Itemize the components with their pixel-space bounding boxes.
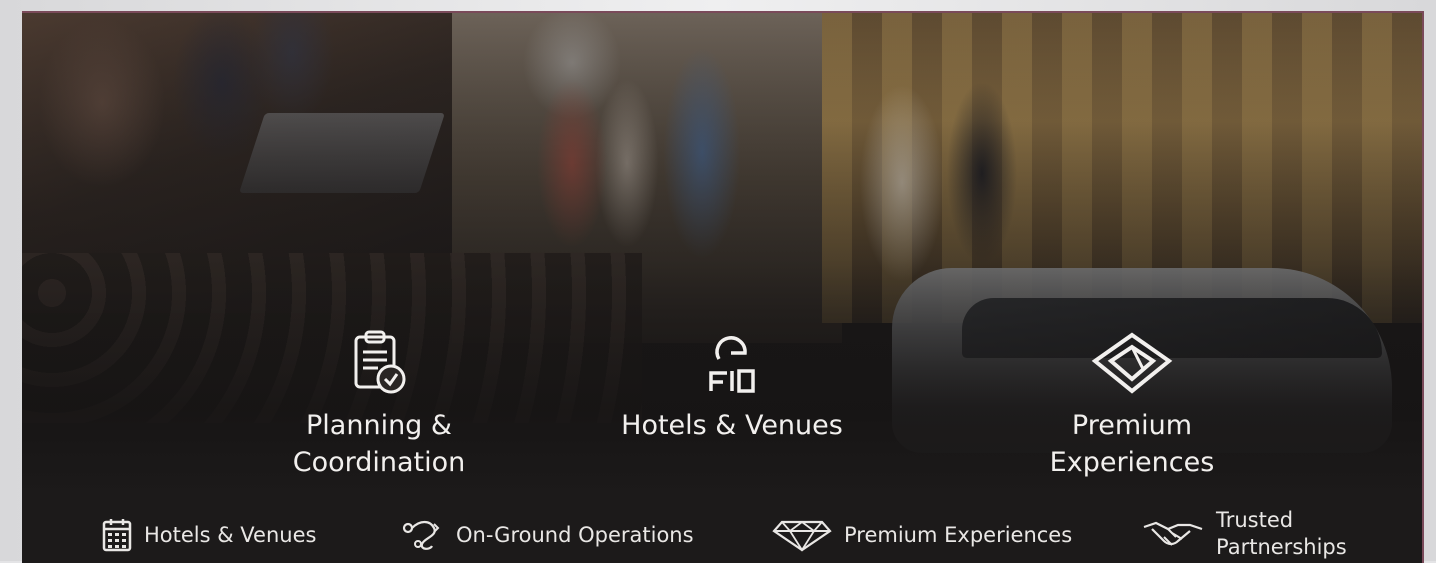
feature-premium: Premium Experiences <box>982 329 1282 481</box>
highlight-trusted-partnerships: Trusted Partnerships <box>1142 507 1347 561</box>
highlight-hotels-venues: Hotels & Venues <box>102 518 316 552</box>
highlight-on-ground-operations: On-Ground Operations <box>400 518 694 552</box>
highlight-label: Hotels & Venues <box>144 523 317 547</box>
clipboard-check-icon <box>354 330 406 394</box>
feature-hotels: Hotels & Venues <box>582 329 882 444</box>
concierge-desk-icon <box>709 336 755 393</box>
highlight-premium-experiences: Premium Experiences <box>772 518 1072 552</box>
feature-title: Premium Experiences <box>1049 410 1215 478</box>
feature-title: Planning & Coordination <box>292 410 466 478</box>
diamond-emblem-icon <box>1091 332 1173 394</box>
feature-title: Hotels & Venues <box>621 410 843 441</box>
feature-planning: Planning & Coordination <box>229 329 529 481</box>
highlight-label: Trusted Partnerships <box>1216 508 1347 559</box>
services-banner: Planning & Coordination Hotels & Venues … <box>22 11 1424 563</box>
diamond-icon <box>772 520 832 552</box>
highlights-row: Hotels & Venues On-Ground Operations Pre… <box>22 508 1422 563</box>
highlight-label: On-Ground Operations <box>456 523 694 547</box>
handshake-icon <box>1143 521 1203 546</box>
highlight-label: Premium Experiences <box>844 523 1073 547</box>
route-path-icon <box>402 520 440 550</box>
calendar-grid-icon <box>102 519 132 552</box>
